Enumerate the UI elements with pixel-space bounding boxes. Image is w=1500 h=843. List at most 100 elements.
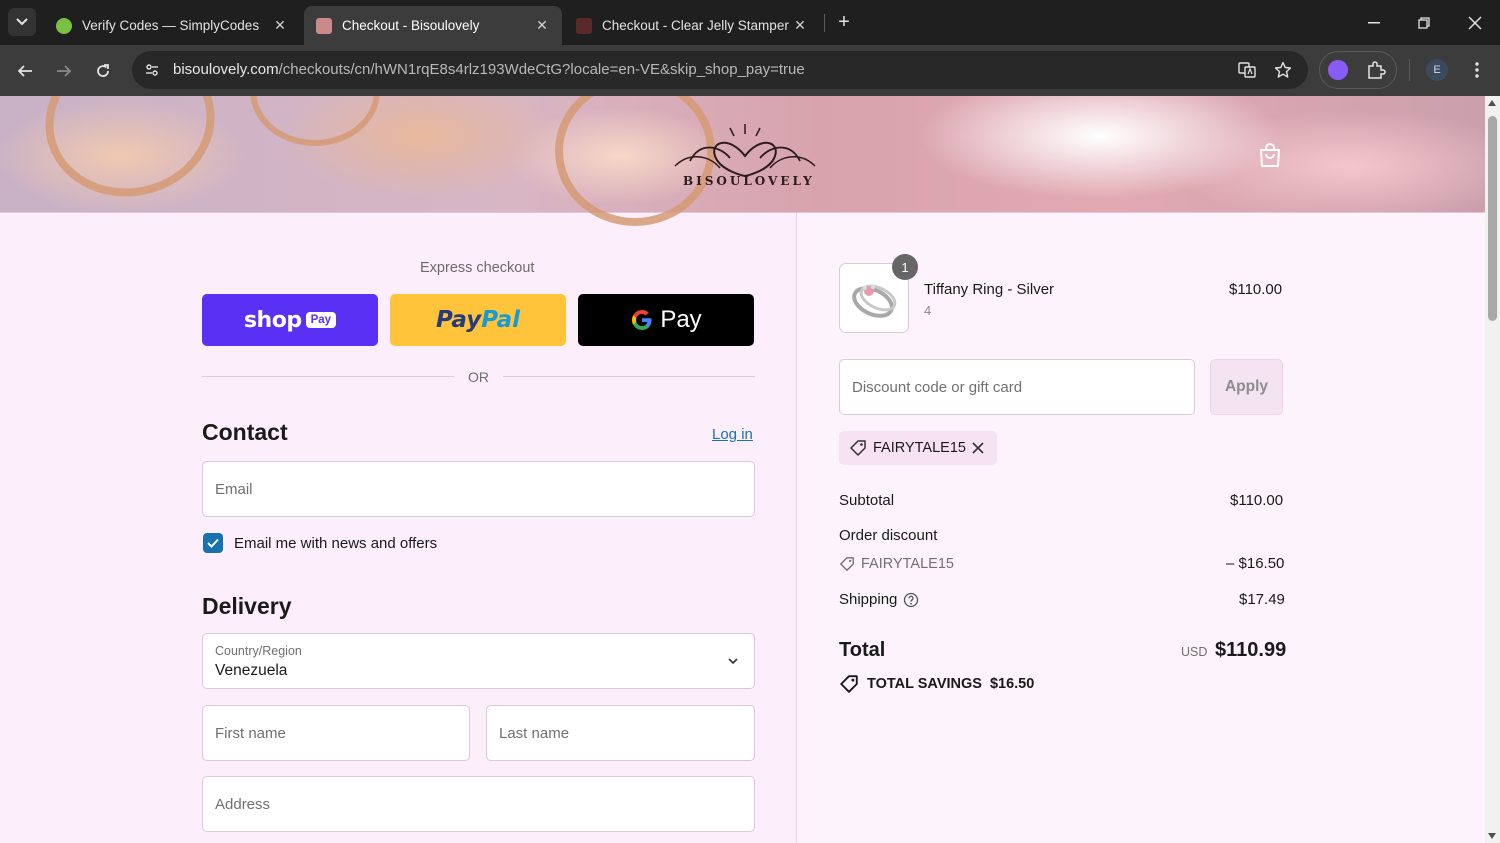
paypal-pay-text: Pay [436,307,482,333]
checkout-page: BISOULOVELY Express checkout shop Pay Pa… [0,96,1485,843]
apply-discount-button[interactable]: Apply [1210,359,1283,415]
address-bar[interactable]: bisoulovely.com/checkouts/cn/hWN1rqE8s4r… [132,51,1308,89]
address-placeholder: Address [215,796,271,813]
tab-bisoulovely[interactable]: Checkout - Bisoulovely ✕ [304,6,562,45]
subtotal-label: Subtotal [839,492,895,509]
google-pay-button[interactable]: Pay [578,294,754,346]
site-info-icon[interactable] [142,60,162,80]
tab-simplycodes[interactable]: Verify Codes — SimplyCodes ✕ [44,6,300,45]
paypal-wordmark: PayPal [436,307,520,333]
discount-code-field[interactable]: Discount code or gift card [839,359,1195,415]
store-banner: BISOULOVELY [0,96,1485,226]
shopping-bag-icon[interactable] [1258,142,1282,168]
google-g-icon [632,310,652,330]
applied-discount-chip: FAIRYTALE15 [839,431,997,465]
page-scrollbar[interactable] [1485,96,1500,843]
last-name-field[interactable]: Last name [486,705,755,761]
total-label: Total [839,639,886,661]
login-link[interactable]: Log in [712,426,753,443]
country-value: Venezuela [215,662,288,679]
reload-icon [97,64,109,77]
chevron-down-icon [728,658,738,665]
or-divider-line [503,376,755,377]
last-name-placeholder: Last name [499,725,570,742]
restore-button[interactable] [1401,0,1447,45]
quantity-badge: 1 [892,254,918,280]
delivery-heading: Delivery [202,593,292,619]
close-tab-icon[interactable]: ✕ [792,17,808,34]
savings-label: TOTAL SAVINGS [867,676,982,692]
scrollbar-thumb[interactable] [1488,116,1497,321]
country-label: Country/Region [215,644,302,658]
ring-decoration [31,96,229,213]
arrow-right-icon [57,65,72,77]
url-text: bisoulovely.com/checkouts/cn/hWN1rqE8s4r… [173,61,805,78]
toolbar-separator [1409,59,1410,81]
help-circle-icon[interactable] [903,592,919,608]
url-host: bisoulovely.com [173,61,279,78]
shop-pay-wordmark: shop [243,307,302,333]
shipping-row-label: Shipping [839,591,919,608]
ring-decoration [250,96,380,146]
shop-pay-badge: Pay [305,312,337,328]
news-offers-checkbox[interactable] [203,533,223,553]
new-tab-button[interactable]: + [833,11,855,33]
email-placeholder: Email [215,481,253,498]
total-savings: TOTAL SAVINGS $16.50 [839,674,1034,694]
close-window-button[interactable] [1452,0,1498,45]
shop-pay-button[interactable]: shop Pay [202,294,378,346]
first-name-placeholder: First name [215,725,286,742]
minimize-icon [1368,21,1380,23]
arrow-left-icon [17,65,32,77]
product-variant: 4 [924,303,932,318]
country-select[interactable]: Country/Region Venezuela [202,633,755,689]
remove-discount-icon[interactable] [971,441,985,455]
tab-title: Verify Codes — SimplyCodes [82,18,260,33]
discount-placeholder: Discount code or gift card [852,379,1023,396]
email-field[interactable]: Email [202,461,755,517]
product-name: Tiffany Ring - Silver [924,281,1055,298]
paypal-button[interactable]: PayPal [390,294,566,346]
simplycodes-favicon-icon [56,17,72,34]
column-divider [796,213,797,843]
paypal-pal-text: Pal [481,307,520,333]
address-field[interactable]: Address [202,776,755,832]
subtotal-value: $110.00 [1230,492,1284,509]
browser-tab-bar: Verify Codes — SimplyCodes ✕ Checkout - … [0,0,1500,45]
scroll-down-icon[interactable] [1488,833,1496,839]
total-value: $110.99 [1215,639,1287,661]
savings-value: $16.50 [989,676,1035,692]
logo-text: BISOULOVELY [683,174,815,188]
shipping-value: $17.49 [1239,591,1285,608]
close-tab-icon[interactable]: ✕ [534,17,550,34]
puzzle-icon[interactable] [1366,60,1386,80]
checkmark-icon [207,538,219,548]
order-discount-value: – $16.50 [1226,555,1285,572]
menu-dots-icon[interactable] [1467,59,1487,81]
forward-button[interactable] [50,57,78,85]
or-divider-line [202,376,454,377]
tab-jelly-stamper[interactable]: Checkout - Clear Jelly Stamper ✕ [564,6,820,45]
close-tab-icon[interactable]: ✕ [272,17,288,34]
back-button[interactable] [11,57,39,85]
express-checkout-label: Express checkout [420,260,535,276]
or-label: OR [468,369,489,385]
extension-purple-icon[interactable] [1328,60,1348,80]
restore-icon [1418,16,1430,29]
shipping-label: Shipping [839,591,898,608]
news-offers-label[interactable]: Email me with news and offers [234,535,437,552]
tab-separator [824,14,825,32]
reload-button[interactable] [89,57,117,85]
scroll-up-icon[interactable] [1488,100,1496,106]
first-name-field[interactable]: First name [202,705,470,761]
tab-search-button[interactable] [8,8,36,36]
profile-avatar[interactable]: E [1426,59,1448,81]
tab-title: Checkout - Clear Jelly Stamper [602,18,789,33]
jelly-stamper-favicon-icon [576,17,592,34]
minimize-button[interactable] [1351,0,1397,45]
order-discount-code-text: FAIRYTALE15 [861,556,954,572]
bisoulovely-favicon-icon [316,17,332,34]
bookmark-star-icon[interactable] [1273,60,1293,80]
extensions-group [1319,51,1397,89]
translate-icon[interactable] [1237,60,1257,80]
